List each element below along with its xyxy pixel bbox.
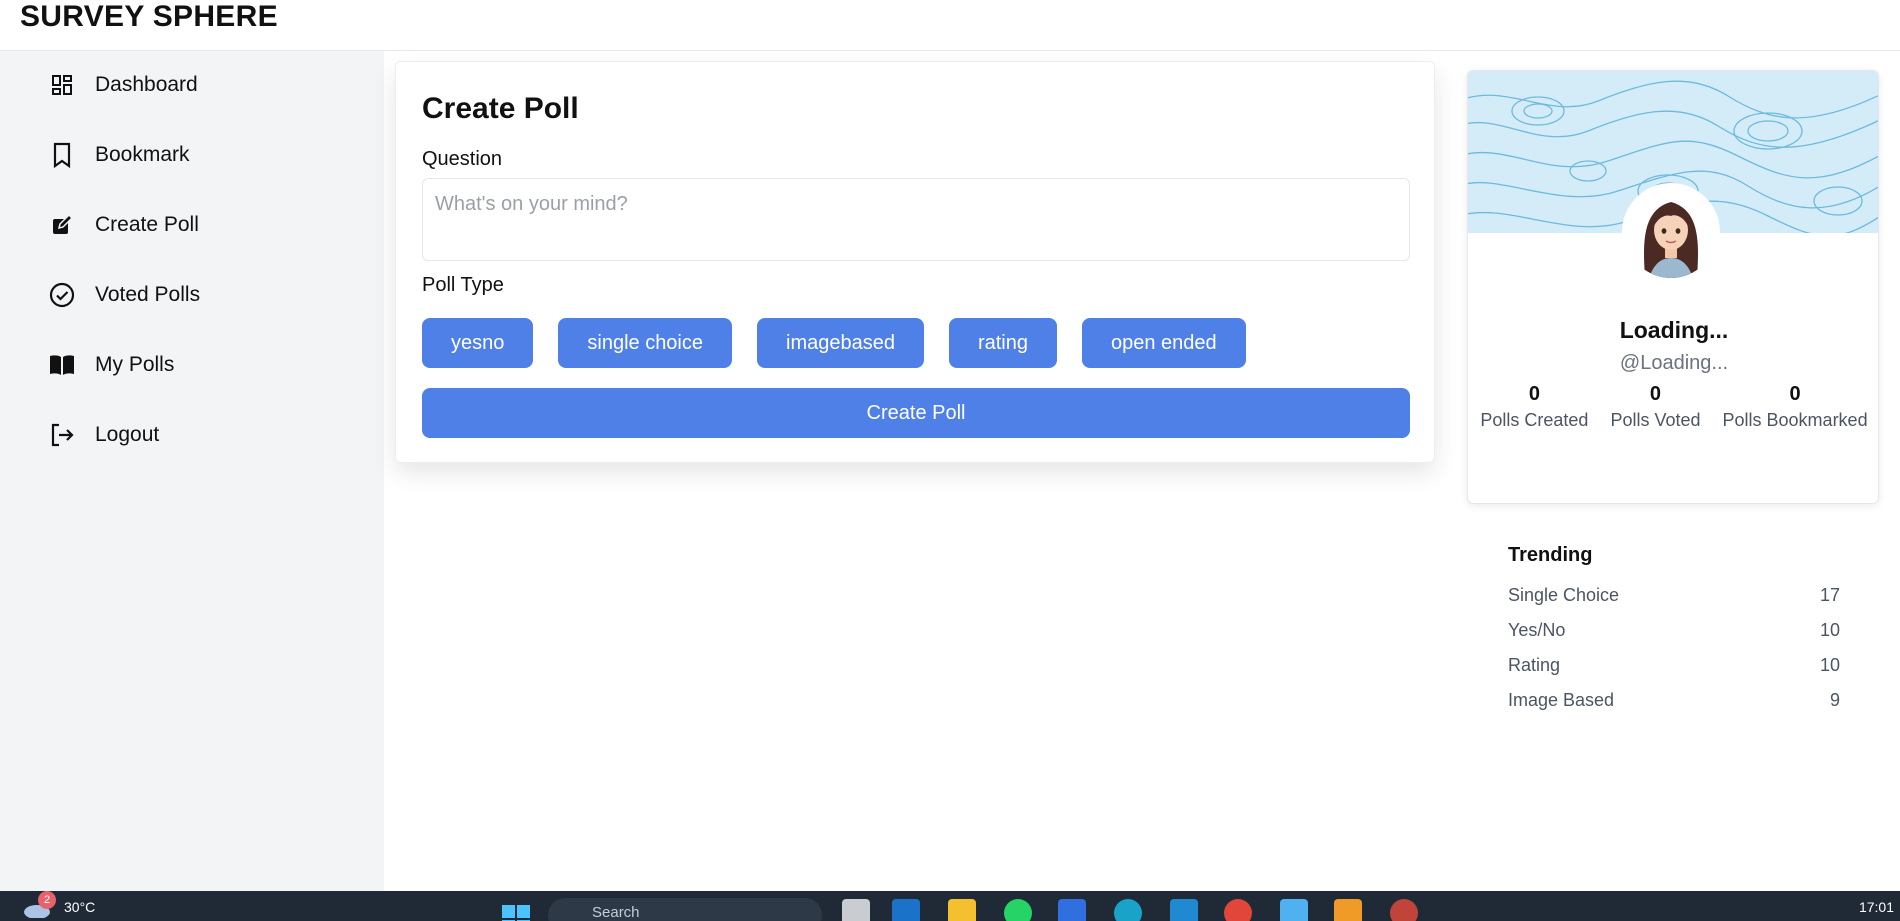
trending-item-count: 10 (1819, 655, 1840, 675)
edit-icon (48, 211, 76, 239)
stat-polls-created: 0 Polls Created (1480, 383, 1588, 431)
chrome-profile-icon[interactable] (1390, 899, 1418, 921)
stat-value: 0 (1789, 383, 1801, 405)
page-title: Create Poll (422, 92, 579, 125)
trending-item-count: 10 (1819, 620, 1840, 640)
windows-start-icon[interactable] (502, 905, 530, 921)
stat-value: 0 (1528, 383, 1540, 405)
trending-item-label: Image Based (1508, 690, 1615, 710)
sidebar-item-label: Dashboard (95, 73, 198, 96)
sidebar-item-label: Bookmark (95, 143, 190, 166)
trending-item-count: 9 (1829, 690, 1840, 710)
question-input[interactable] (422, 178, 1410, 261)
trending-item[interactable]: Image Based 9 (1508, 690, 1840, 725)
stat-value: 0 (1649, 383, 1662, 405)
trending-item-label: Yes/No (1508, 620, 1566, 640)
poll-type-yesno-button[interactable]: yesno (422, 318, 534, 368)
trending-item[interactable]: Rating 10 (1508, 655, 1840, 690)
sidebar-item-label: Create Poll (95, 213, 199, 236)
trending-item-label: Single Choice (1508, 585, 1620, 605)
taskbar-search[interactable]: Search (548, 898, 822, 921)
outlook-icon[interactable] (892, 899, 920, 921)
create-poll-card: Create Poll Question Poll Type yesno sin… (395, 61, 1435, 463)
dashboard-icon (48, 71, 76, 99)
weather-widget[interactable]: 30°C (22, 896, 95, 918)
trending-item-label: Rating (1508, 655, 1561, 675)
stat-label: Polls Voted (1610, 410, 1701, 430)
vscode-icon[interactable] (1170, 899, 1198, 921)
sidebar-item-label: Logout (95, 423, 160, 446)
top-header: SURVEY SPHERE (0, 0, 1900, 51)
notification-badge: 2 (38, 891, 56, 909)
profile-stats: 0 Polls Created 0 Polls Voted 0 Polls Bo… (1468, 383, 1878, 431)
trending-title: Trending (1508, 544, 1593, 566)
chrome-icon[interactable] (1224, 899, 1252, 921)
trending-item[interactable]: Single Choice 17 (1508, 585, 1840, 620)
sublime-icon[interactable] (1334, 899, 1362, 921)
profile-handle: @Loading... (1619, 352, 1729, 374)
poll-type-rating-button[interactable]: rating (948, 318, 1057, 368)
clock-text: 17:01 (1858, 899, 1894, 915)
app-blue-icon[interactable] (1058, 899, 1086, 921)
poll-type-imagebased-button[interactable]: imagebased (757, 318, 924, 368)
trending-item-count: 17 (1819, 585, 1840, 605)
book-icon (48, 351, 76, 379)
sidebar-item-dashboard[interactable]: Dashboard (48, 65, 348, 105)
logout-icon (48, 421, 76, 449)
create-poll-button[interactable]: Create Poll (422, 388, 1410, 438)
profile-name: Loading... (1619, 317, 1729, 343)
edge-icon[interactable] (1114, 899, 1142, 921)
poll-type-open-ended-button[interactable]: open ended (1082, 318, 1246, 368)
sidebar: Dashboard Bookmark Create Poll Voted Pol… (0, 51, 384, 891)
app-brand[interactable]: SURVEY SPHERE (20, 0, 278, 34)
sidebar-item-logout[interactable]: Logout (48, 415, 348, 455)
sidebar-item-label: Voted Polls (95, 283, 201, 306)
trending-section: Trending Single Choice 17 Yes/No 10 Rati… (1508, 544, 1840, 725)
stat-polls-voted: 0 Polls Voted (1610, 383, 1700, 431)
sidebar-item-label: My Polls (95, 353, 175, 376)
task-view-icon[interactable] (842, 899, 870, 921)
poll-type-options: yesno single choice imagebased rating op… (422, 318, 1246, 368)
poll-type-label: Poll Type (422, 274, 504, 296)
stat-polls-bookmarked: 0 Polls Bookmarked (1723, 383, 1868, 431)
sidebar-item-voted-polls[interactable]: Voted Polls (48, 275, 348, 315)
bookmark-icon (48, 141, 76, 169)
whatsapp-icon[interactable] (1004, 899, 1032, 921)
store-icon[interactable] (1280, 899, 1308, 921)
stat-label: Polls Created (1480, 410, 1589, 430)
sidebar-item-bookmark[interactable]: Bookmark (48, 135, 348, 175)
file-explorer-icon[interactable] (948, 899, 976, 921)
poll-type-single-choice-button[interactable]: single choice (558, 318, 732, 368)
sidebar-item-my-polls[interactable]: My Polls (48, 345, 348, 385)
taskbar-search-label: Search (592, 904, 640, 921)
temperature-text: 30°C (64, 899, 96, 915)
sidebar-item-create-poll[interactable]: Create Poll (48, 205, 348, 245)
profile-card: Loading... @Loading... 0 Polls Created 0… (1467, 70, 1879, 504)
question-label: Question (422, 148, 503, 170)
avatar (1622, 183, 1720, 281)
trending-item[interactable]: Yes/No 10 (1508, 620, 1840, 655)
os-taskbar: 30°C 2 Search 17:01 (0, 891, 1900, 921)
stat-label: Polls Bookmarked (1722, 410, 1868, 430)
check-circle-icon (48, 281, 76, 309)
